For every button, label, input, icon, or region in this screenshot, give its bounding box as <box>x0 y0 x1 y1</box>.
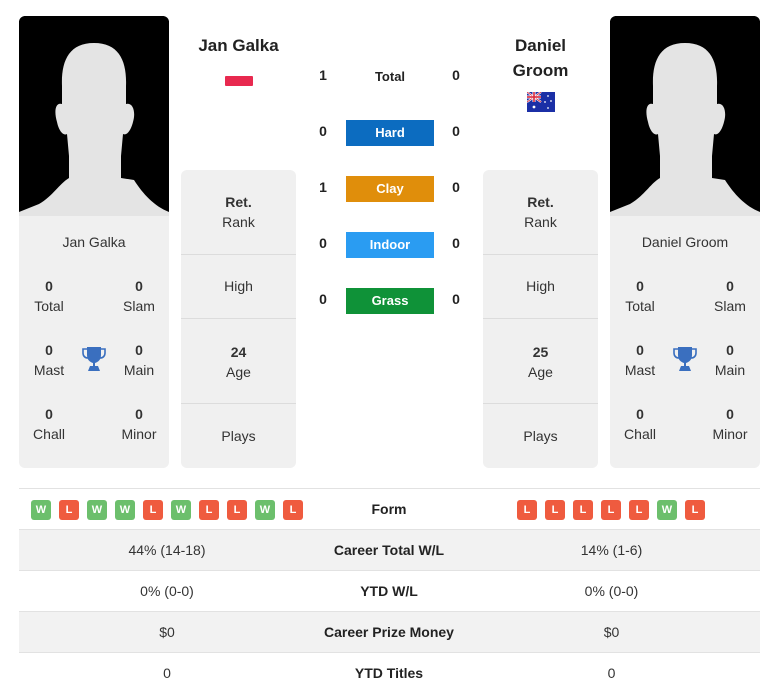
player1-rank-panel: Ret. Rank High 24 Age Plays <box>181 170 296 468</box>
surface-clay[interactable]: Clay <box>346 176 434 202</box>
player2-form-badge-loss[interactable]: L <box>573 500 593 520</box>
h2h-total-p1: 1 <box>319 67 327 83</box>
silhouette-icon <box>19 16 169 216</box>
player1-form-badge-win[interactable]: W <box>87 500 107 520</box>
player2-career-wl: 14% (1-6) <box>580 542 643 558</box>
player2-card-name: Daniel Groom <box>641 234 729 250</box>
player1-masters-titles: 0 Mast <box>33 342 65 378</box>
h2h-total-label: Total <box>374 69 406 84</box>
australia-flag-icon <box>526 91 555 112</box>
h2h-total-p2: 0 <box>452 67 460 83</box>
player1-form-badge-win[interactable]: W <box>255 500 275 520</box>
player1-card: Jan Galka 0 Total 0 Slam 0 Mast 0 Main 0 Chal… <box>19 16 169 468</box>
player2-ytd-wl: 0% (0-0) <box>584 583 639 599</box>
ytd-wl-row: 0% (0-0) YTD W/L 0% (0-0) <box>19 570 760 611</box>
player2-card: Daniel Groom 0 Total 0 Slam 0 Mast 0 Main 0C… <box>610 16 760 468</box>
prize-money-label: Career Prize Money <box>324 624 454 640</box>
h2h-grass-p2: 0 <box>452 291 460 307</box>
player1-ytd-wl: 0% (0-0) <box>140 583 194 599</box>
h2h-hard-p2: 0 <box>452 123 460 139</box>
h2h-hard-p1: 0 <box>319 123 327 139</box>
player1-avatar[interactable] <box>19 16 169 216</box>
divider <box>181 403 296 404</box>
player1-form: WLWWLWLLWL <box>31 500 303 520</box>
player2-name[interactable]: Daniel Groom <box>483 33 598 83</box>
player2-minor-titles: 0 Minor <box>712 406 748 442</box>
player1-card-name: Jan Galka <box>62 234 126 250</box>
h2h-clay-p2: 0 <box>452 179 460 195</box>
player2-avatar[interactable] <box>610 16 760 216</box>
player2-masters-titles: 0 Mast <box>624 342 656 378</box>
player2-form-badge-loss[interactable]: L <box>517 500 537 520</box>
player2-age: 25 Age <box>528 344 553 380</box>
poland-flag-icon <box>225 76 253 86</box>
player2-ytd-titles: 0 <box>607 665 616 681</box>
player1-total-titles: 0 Total <box>34 278 64 314</box>
player2-total-titles: 0 Total <box>625 278 655 314</box>
player1-age: 24 Age <box>226 344 251 380</box>
player2-last-name: Groom <box>512 61 569 80</box>
form-label: Form <box>371 501 407 517</box>
player1-form-badge-win[interactable]: W <box>115 500 135 520</box>
player2-form-badge-loss[interactable]: L <box>545 500 565 520</box>
player2-high: High <box>526 278 555 294</box>
player1-minor-titles: 0 Minor <box>121 406 157 442</box>
player1-form-badge-win[interactable]: W <box>171 500 191 520</box>
player1-ytd-titles: 0 <box>163 665 171 681</box>
player1-form-badge-loss[interactable]: L <box>143 500 163 520</box>
player2-form-badge-loss[interactable]: L <box>601 500 621 520</box>
player2-prize-money: $0 <box>603 624 620 640</box>
player1-slam-titles: 0 Slam <box>123 278 155 314</box>
surface-hard[interactable]: Hard <box>346 120 434 146</box>
player1-plays: Plays <box>221 428 256 444</box>
player2-first-name: Daniel <box>514 36 567 55</box>
player1-form-badge-loss[interactable]: L <box>59 500 79 520</box>
player2-main-titles: 0 Main <box>714 342 746 378</box>
divider <box>181 318 296 319</box>
divider <box>181 254 296 255</box>
ytd-titles-row: 0 YTD Titles 0 <box>19 652 760 693</box>
player2-rank-panel: Ret. Rank High 25 Age Plays <box>483 170 598 468</box>
player2-form-badge-win[interactable]: W <box>657 500 677 520</box>
trophy-icon <box>673 346 697 372</box>
divider <box>483 403 598 404</box>
surface-grass[interactable]: Grass <box>346 288 434 314</box>
player1-prize-money: $0 <box>159 624 175 640</box>
player1-main-titles: 0 Main <box>123 342 155 378</box>
form-row: WLWWLWLLWL Form LLLLLWL <box>19 488 760 529</box>
player1-career-wl: 44% (14-18) <box>128 542 206 558</box>
player2-form: LLLLLWL <box>517 500 705 520</box>
h2h-indoor-p1: 0 <box>319 235 327 251</box>
player2-slam-titles: 0 Slam <box>714 278 746 314</box>
player2-challenger-titles: 0 Chall <box>624 406 656 442</box>
h2h-grass-p1: 0 <box>319 291 327 307</box>
trophy-icon <box>82 346 106 372</box>
divider <box>483 318 598 319</box>
ytd-titles-label: YTD Titles <box>354 665 424 681</box>
h2h-clay-p1: 1 <box>319 179 327 195</box>
player1-form-badge-loss[interactable]: L <box>283 500 303 520</box>
player2-form-badge-loss[interactable]: L <box>685 500 705 520</box>
divider <box>483 254 598 255</box>
player2-form-badge-loss[interactable]: L <box>629 500 649 520</box>
career-wl-row: 44% (14-18) Career Total W/L 14% (1-6) <box>19 529 760 570</box>
player1-challenger-titles: 0 Chall <box>33 406 65 442</box>
player1-rank: Ret. Rank <box>222 194 255 230</box>
ytd-wl-label: YTD W/L <box>360 583 418 599</box>
player1-high: High <box>224 278 253 294</box>
surface-indoor[interactable]: Indoor <box>346 232 434 258</box>
career-wl-label: Career Total W/L <box>333 542 445 558</box>
player1-form-badge-loss[interactable]: L <box>199 500 219 520</box>
prize-money-row: $0 Career Prize Money $0 <box>19 611 760 652</box>
player1-form-badge-win[interactable]: W <box>31 500 51 520</box>
player1-name[interactable]: Jan Galka <box>181 33 296 58</box>
player2-rank: Ret. Rank <box>524 194 557 230</box>
player1-form-badge-loss[interactable]: L <box>227 500 247 520</box>
player2-plays: Plays <box>523 428 558 444</box>
silhouette-icon <box>610 16 760 216</box>
h2h-indoor-p2: 0 <box>452 235 460 251</box>
